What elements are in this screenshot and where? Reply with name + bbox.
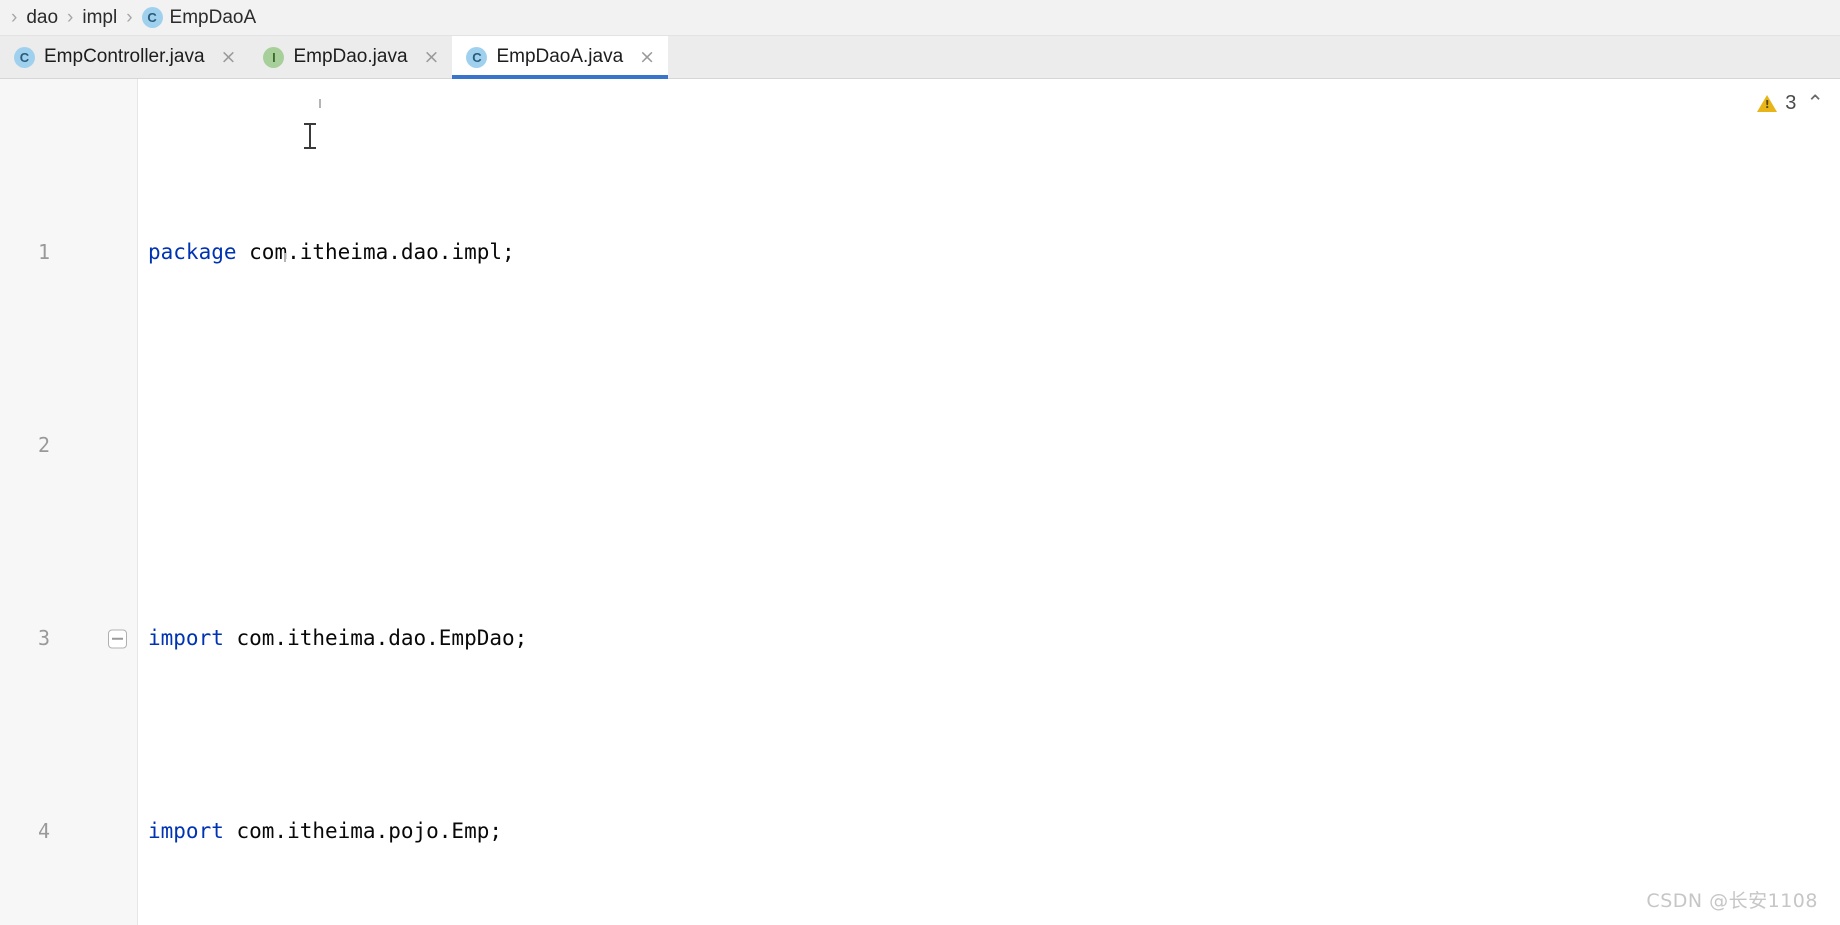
gutter-marker-area[interactable] (58, 619, 98, 658)
code-lines[interactable]: 1 package com.itheima.dao.impl; 2 3 impo… (0, 79, 1840, 925)
fold-gutter[interactable] (98, 233, 138, 272)
breadcrumb-item-dao[interactable]: dao (26, 7, 58, 29)
ide-editor-window: › dao › impl › C EmpDaoA C EmpController… (0, 0, 1840, 925)
breadcrumb-label: impl (82, 6, 118, 28)
gutter-marker-area[interactable] (58, 426, 98, 465)
line-content: import com.itheima.dao.EmpDao; (138, 619, 1840, 658)
code-line: 2 (0, 426, 1840, 465)
tab-label: EmpDaoA.java (496, 46, 624, 67)
code-line: 1 package com.itheima.dao.impl; (0, 233, 1840, 272)
line-number[interactable]: 2 (0, 426, 58, 465)
tab-label: EmpDao.java (293, 46, 408, 67)
token-text: com.itheima.dao.EmpDao; (223, 626, 528, 651)
breadcrumb-item-impl[interactable]: impl (82, 7, 117, 29)
line-number[interactable]: 3 (0, 619, 58, 658)
token-text: com.itheima.dao.impl; (236, 240, 515, 265)
code-line: 3 import com.itheima.dao.EmpDao; (0, 619, 1840, 658)
token-keyword: package (148, 240, 237, 265)
tab-empcontroller-java[interactable]: C EmpController.java × (0, 36, 249, 78)
editor-tab-bar: C EmpController.java × I EmpDao.java × C… (0, 36, 1840, 79)
code-editor[interactable]: 3 ⌃ 1 package com.itheima.dao.impl; 2 3 (0, 79, 1840, 925)
fold-gutter[interactable] (98, 812, 138, 851)
watermark: CSDN @长安1108 (1646, 890, 1818, 912)
code-line: 4 import com.itheima.pojo.Emp; (0, 812, 1840, 851)
class-badge-icon: C (466, 46, 488, 68)
chevron-up-icon[interactable]: ⌃ (1806, 91, 1824, 115)
warning-count: 3 (1785, 91, 1797, 114)
class-badge-icon: C (14, 46, 35, 68)
breadcrumb-label: dao (26, 6, 59, 28)
breadcrumb: › dao › impl › C EmpDaoA (0, 0, 1840, 36)
fold-gutter[interactable] (98, 619, 138, 658)
fold-collapse-icon[interactable] (108, 629, 127, 649)
breadcrumb-separator: › (67, 6, 74, 28)
fold-gutter[interactable] (98, 426, 138, 465)
breadcrumb-separator: › (126, 6, 133, 28)
breadcrumb-item-empdaoa[interactable]: C EmpDaoA (141, 6, 257, 29)
token-keyword: import (148, 626, 224, 651)
tab-label: EmpController.java (44, 46, 205, 67)
gutter-marker-area[interactable] (58, 812, 98, 851)
tab-empdaoa-java[interactable]: C EmpDaoA.java × (452, 36, 669, 79)
close-icon[interactable]: × (639, 47, 655, 67)
tab-empdao-java[interactable]: I EmpDao.java × (249, 36, 452, 78)
line-number[interactable]: 1 (0, 233, 58, 272)
breadcrumb-label: EmpDaoA (169, 6, 257, 28)
inspection-widget[interactable]: 3 ⌃ (1757, 91, 1824, 115)
interface-badge-icon: I (263, 46, 285, 68)
token-text: com.itheima.pojo.Emp; (223, 819, 503, 844)
line-content: import com.itheima.pojo.Emp; (138, 812, 1840, 851)
warning-triangle-icon (1757, 94, 1778, 112)
class-badge-icon: C (141, 7, 163, 28)
breadcrumb-leading-separator: › (11, 6, 18, 28)
token-keyword: import (148, 819, 224, 844)
gutter-marker-area[interactable] (58, 233, 98, 272)
line-number[interactable]: 4 (0, 812, 58, 851)
close-icon[interactable]: × (424, 47, 440, 67)
close-icon[interactable]: × (221, 47, 237, 67)
line-content: package com.itheima.dao.impl; (138, 233, 1840, 272)
